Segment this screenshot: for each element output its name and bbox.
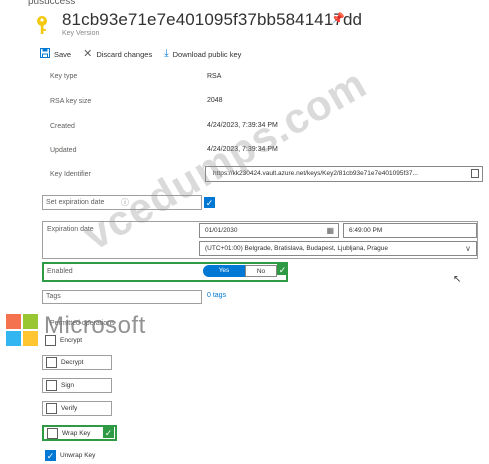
download-label: Download public key — [172, 49, 242, 59]
timezone-value: (UTC+01:00) Belgrade, Bratislava, Budape… — [205, 245, 389, 252]
pin-icon[interactable]: 📌 — [331, 12, 345, 25]
mouse-cursor-icon: ↖ — [453, 274, 462, 285]
logo-square-red — [6, 314, 21, 329]
logo-square-blue — [6, 331, 21, 346]
microsoft-logo-icon — [6, 314, 38, 346]
expiration-time-input[interactable]: 6:49:00 PM — [343, 223, 477, 238]
key-type-label: Key type — [50, 73, 78, 80]
page-subtitle: Key Version — [62, 30, 100, 37]
created-label: Created — [50, 123, 75, 130]
key-size-value: 2048 — [207, 97, 223, 104]
timezone-select[interactable]: (UTC+01:00) Belgrade, Bratislava, Budape… — [199, 241, 477, 256]
copy-icon[interactable] — [471, 169, 479, 178]
set-expiration-label: Set expiration date — [46, 199, 105, 206]
tags-box: Tags — [42, 290, 202, 304]
sign-checkbox[interactable] — [46, 380, 57, 391]
verify-label: Verify — [61, 405, 78, 412]
close-icon: ✕ — [83, 47, 93, 60]
save-label: Save — [54, 49, 72, 59]
key-icon — [34, 15, 50, 35]
expiration-date-value: 01/01/2030 — [205, 227, 238, 234]
enabled-yes-option[interactable]: Yes — [203, 265, 245, 277]
enabled-toggle[interactable]: Yes No — [203, 265, 277, 277]
key-size-label: RSA key size — [50, 98, 92, 105]
expiration-date-input[interactable]: 01/01/2030 ▦ — [199, 223, 339, 238]
expiration-time-value: 6:49:00 PM — [349, 227, 383, 234]
enabled-check-mark: ✓ — [277, 264, 288, 275]
partial-top-text: pusuccess — [28, 0, 76, 7]
microsoft-logo-word: Microsoft — [44, 312, 146, 339]
decrypt-checkbox[interactable] — [46, 357, 57, 368]
updated-label: Updated — [50, 147, 77, 154]
set-expiration-checkbox[interactable]: ✓ — [204, 197, 215, 208]
decrypt-label: Decrypt — [61, 359, 84, 366]
save-button[interactable]: Save — [40, 47, 72, 61]
download-public-key-button[interactable]: ⤓ Download public key — [164, 49, 241, 59]
key-type-value: RSA — [207, 73, 222, 80]
enabled-label: Enabled — [47, 268, 73, 275]
verify-checkbox[interactable] — [46, 403, 57, 414]
logo-square-yellow — [23, 331, 38, 346]
operation-decrypt[interactable]: Decrypt — [42, 355, 112, 370]
download-icon: ⤓ — [164, 48, 169, 59]
operation-sign[interactable]: Sign — [42, 378, 112, 393]
calendar-icon[interactable]: ▦ — [326, 224, 334, 237]
command-bar: Save ✕ Discard changes ⤓ Download public… — [40, 47, 241, 61]
unwrap-key-label: Unwrap Key — [60, 452, 96, 459]
save-icon — [40, 47, 50, 61]
wrap-key-checkbox[interactable] — [47, 428, 58, 439]
discard-changes-button[interactable]: ✕ Discard changes — [83, 47, 153, 60]
key-identifier-label: Key Identifier — [50, 171, 91, 178]
page-title: 81cb93e71e7e401095f37bb5841417dd — [62, 10, 363, 29]
wrap-key-label: Wrap Key — [62, 430, 91, 437]
operation-verify[interactable]: Verify — [42, 401, 112, 416]
operation-unwrap-key[interactable]: ✓ Unwrap Key — [42, 448, 117, 463]
tags-label: Tags — [46, 293, 61, 300]
more-icon[interactable]: … — [349, 8, 361, 22]
wrap-key-check-mark: ✓ — [103, 427, 114, 438]
chevron-down-icon: ∨ — [465, 244, 471, 253]
enabled-no-option[interactable]: No — [245, 265, 277, 277]
unwrap-key-checkbox[interactable]: ✓ — [45, 450, 56, 461]
sign-label: Sign — [61, 382, 75, 389]
discard-label: Discard changes — [96, 49, 153, 59]
tags-link[interactable]: 0 tags — [207, 292, 226, 299]
logo-square-green — [23, 314, 38, 329]
